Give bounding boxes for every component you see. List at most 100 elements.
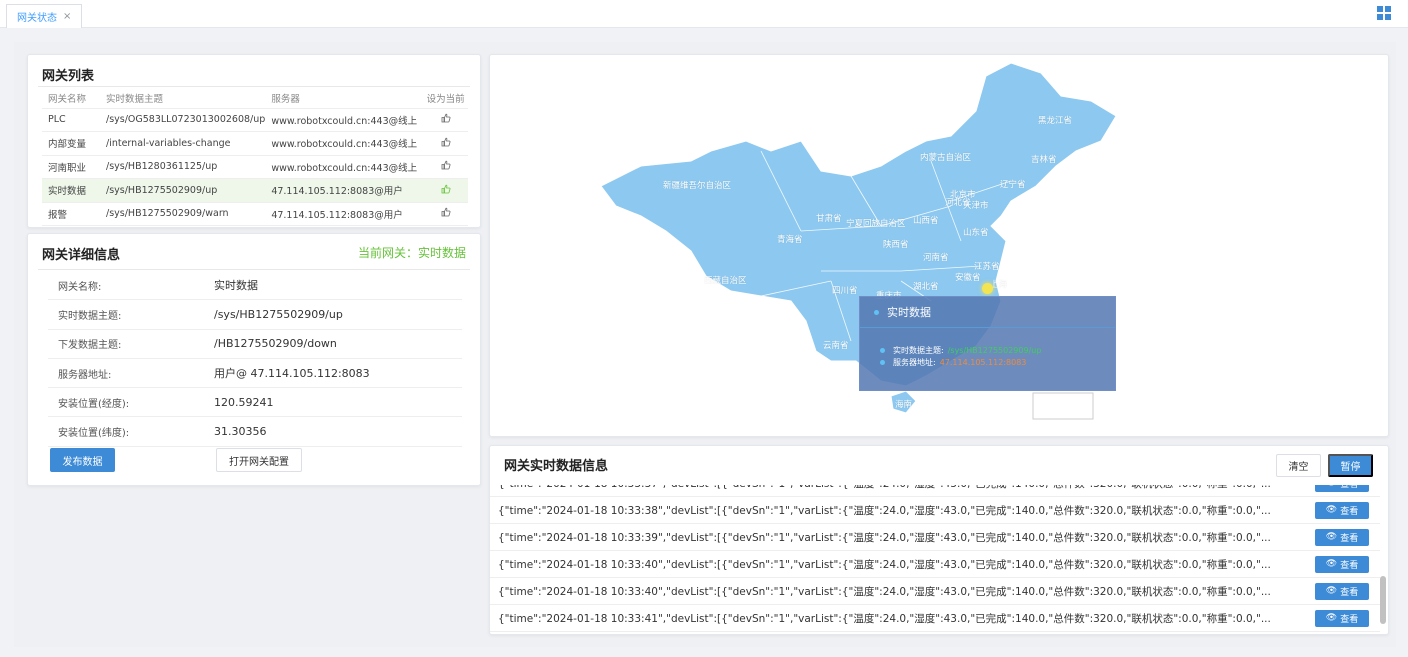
view-label: 查看	[1340, 485, 1358, 490]
gateway-table: 网关名称 实时数据主题 服务器 设为当前 PLC/sys/OG583LL0723…	[42, 88, 468, 226]
detail-value: 实时数据	[214, 279, 258, 293]
view-button[interactable]: 👁查看	[1315, 555, 1369, 573]
detail-key: 下发数据主题:	[58, 340, 122, 352]
view-label: 查看	[1340, 506, 1359, 517]
data-text: {"time":"2024-01-18 10:33:39","devList":…	[498, 531, 1271, 544]
realtime-scrollbar[interactable]	[1380, 576, 1386, 624]
gateway-detail-title: 网关详细信息	[42, 248, 121, 263]
eye-icon: 👁	[1326, 485, 1337, 488]
eye-icon: 👁	[1325, 505, 1338, 515]
data-text: {"time":"2024-01-18 10:33:38","devList":…	[498, 504, 1271, 517]
thumb-up-icon[interactable]	[441, 207, 451, 217]
table-cell-topic: /internal-variables-change	[100, 131, 266, 156]
thumb-up-icon[interactable]	[441, 113, 451, 123]
gateway-location-marker[interactable]	[982, 283, 993, 294]
set-current-cell	[423, 202, 468, 226]
detail-key: 服务器地址:	[58, 369, 112, 381]
detail-row: 下发数据主题: /HB1275502909/down	[48, 330, 462, 359]
tab-bar: 网关状态 ×	[0, 0, 1408, 28]
set-current-cell	[423, 108, 468, 132]
thumb-up-icon[interactable]	[441, 137, 451, 147]
detail-row: 安装位置(经度): 120.59241	[48, 388, 462, 418]
view-label: 查看	[1340, 560, 1359, 571]
col-header: 服务器	[265, 88, 424, 109]
map-tooltip: 实时数据 实时数据主题:/sys/HB1275502909/up 服务器地址: 4…	[859, 296, 1116, 391]
tooltip-server-label: 服务器地址:	[893, 357, 936, 367]
gateway-list-title: 网关列表	[42, 69, 95, 84]
data-text: {"time":"2024-01-18 10:33:40","devList":…	[498, 585, 1271, 598]
table-row[interactable]: 河南职业/sys/HB1280361125/up www.robotxcould.…	[42, 155, 468, 179]
province-label: 黑龙江省	[1038, 116, 1073, 126]
view-label: 查看	[1340, 533, 1359, 544]
tooltip-server-value: 47.114.105.112:8083	[939, 357, 1027, 367]
detail-row: 安装位置(纬度): 31.30356	[48, 417, 462, 447]
province-label: 河南省	[923, 253, 949, 263]
realtime-data-title: 网关实时数据信息	[504, 459, 609, 474]
detail-value: /HB1275502909/down	[214, 337, 337, 351]
grid-menu-icon[interactable]	[1377, 6, 1391, 20]
south-sea-inset	[1032, 392, 1094, 420]
province-label: 天津市	[963, 201, 989, 211]
detail-value: 31.30356	[214, 425, 267, 439]
detail-key: 网关名称:	[58, 281, 102, 293]
view-label: 查看	[1340, 614, 1359, 625]
view-label: 查看	[1340, 587, 1359, 598]
tab-label: 网关状态	[17, 13, 57, 24]
detail-value: 120.59241	[214, 395, 274, 409]
province-label: 云南省	[823, 341, 849, 351]
tooltip-title: 实时数据	[887, 306, 931, 319]
table-cell-name: 报警	[42, 202, 100, 226]
thumb-up-icon[interactable]	[441, 184, 451, 194]
eye-icon: 👁	[1325, 532, 1338, 542]
publish-data-button[interactable]: 发布数据	[50, 448, 115, 472]
table-row[interactable]: 实时数据/sys/HB1275502909/up 47.114.105.112:8…	[42, 178, 468, 203]
province-label: 吉林省	[1031, 155, 1057, 165]
list-item: {"time":"2024-01-18 10:33:41","devList":…	[490, 605, 1380, 632]
province-label: 安徽省	[955, 273, 981, 283]
realtime-data-list[interactable]: {"time":"2024-01-18 10:33:37","devList":…	[490, 485, 1388, 634]
col-header: 网关名称	[42, 88, 100, 109]
list-item: {"time":"2024-01-18 10:33:40","devList":…	[490, 578, 1380, 605]
set-current-cell	[423, 178, 468, 203]
tab-close-icon[interactable]: ×	[63, 11, 71, 22]
detail-row: 实时数据主题: /sys/HB1275502909/up	[48, 300, 462, 330]
open-gateway-config-button[interactable]: 打开网关配置	[216, 448, 302, 472]
table-cell-name: PLC	[42, 108, 100, 132]
view-button[interactable]: 👁查看	[1315, 501, 1369, 519]
detail-row: 网关名称: 实时数据	[48, 271, 462, 301]
list-item: {"time":"2024-01-18 10:33:40","devList":…	[490, 551, 1380, 578]
view-button[interactable]: 👁查看	[1315, 485, 1369, 492]
col-header: 实时数据主题	[100, 88, 266, 109]
province-label: 湖北省	[913, 282, 939, 292]
detail-row: 服务器地址: 用户@ 47.114.105.112:8083	[48, 359, 462, 389]
province-label: 海南	[895, 400, 913, 410]
table-cell-server: www.robotxcould.cn:443@线上	[265, 131, 424, 156]
col-header: 设为当前	[423, 88, 468, 109]
province-label: 青海省	[777, 235, 803, 245]
table-row[interactable]: PLC/sys/OG583LL0723013002608/up www.robot…	[42, 108, 468, 132]
pause-button[interactable]: 暂停	[1328, 454, 1373, 477]
realtime-data-panel: 网关实时数据信息 清空 暂停 {"time":"2024-01-18 10:33…	[489, 445, 1389, 635]
list-item: {"time":"2024-01-18 10:33:38","devList":…	[490, 497, 1380, 524]
detail-value: 用户@ 47.114.105.112:8083	[214, 367, 370, 381]
table-row[interactable]: 内部变量/internal-variables-change www.robotx…	[42, 131, 468, 156]
tooltip-topic-label: 实时数据主题:	[893, 345, 944, 355]
province-label: 山东省	[963, 228, 989, 238]
view-button[interactable]: 👁查看	[1315, 582, 1369, 600]
clear-button[interactable]: 清空	[1276, 454, 1321, 477]
view-button[interactable]: 👁查看	[1315, 609, 1369, 627]
table-cell-server: www.robotxcould.cn:443@线上	[265, 155, 424, 179]
province-label: 宁夏回族自治区	[846, 219, 906, 229]
detail-key: 安装位置(纬度):	[58, 428, 130, 440]
view-button[interactable]: 👁查看	[1315, 528, 1369, 546]
table-cell-server: 47.114.105.112:8083@用户	[265, 202, 424, 226]
province-label: 山西省	[913, 216, 939, 226]
data-text: {"time":"2024-01-18 10:33:40","devList":…	[498, 558, 1271, 571]
province-label: 西藏自治区	[704, 276, 747, 286]
province-label: 四川省	[832, 286, 858, 296]
table-cell-topic: /sys/OG583LL0723013002608/up	[100, 108, 266, 132]
thumb-up-icon[interactable]	[441, 160, 451, 170]
table-cell-name: 内部变量	[42, 131, 100, 156]
tab-gateway-status[interactable]: 网关状态 ×	[6, 4, 83, 28]
table-row[interactable]: 报警/sys/HB1275502909/warn 47.114.105.112:8…	[42, 202, 468, 226]
